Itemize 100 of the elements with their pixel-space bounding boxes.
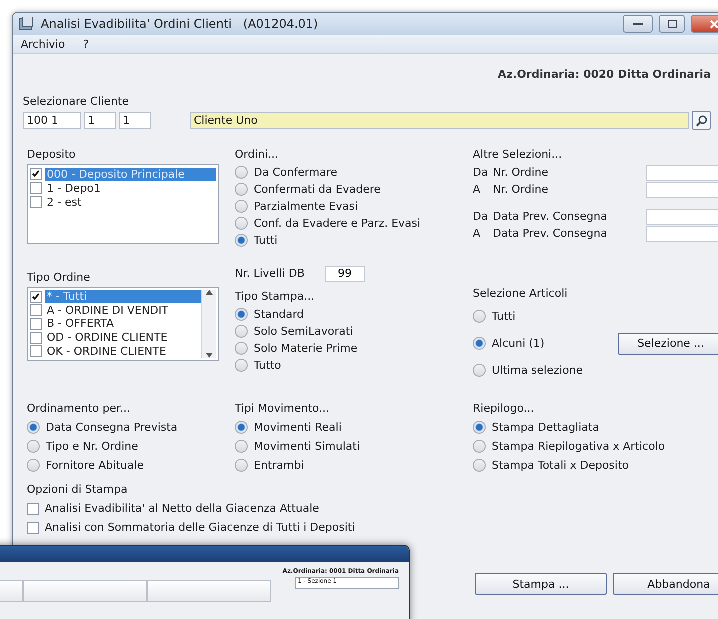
radio-label: Alcuni (1) [492,337,546,350]
radio-label: Da Confermare [254,166,338,179]
checkbox[interactable] [30,332,42,344]
radio-button[interactable] [235,166,248,179]
radio-label: Fornitore Abituale [46,459,144,472]
minimize-button[interactable] [623,15,653,33]
code-field[interactable]: 100 1 [23,112,81,129]
group-label: Deposito [27,148,77,161]
checkbox[interactable] [30,345,42,358]
radio-button[interactable] [473,459,486,472]
checkbox[interactable] [30,318,42,330]
menu-item[interactable]: ? [83,38,90,50]
radio-label: Stampa Riepilogativa x Articolo [492,440,666,453]
checkbox[interactable] [27,522,39,534]
radio-button[interactable] [473,440,486,453]
checkbox[interactable] [30,168,42,180]
group-label: Tipo Stampa... [235,290,316,303]
radio-label: Movimenti Simulati [254,440,360,453]
field-prefix: A [473,183,482,196]
list-item[interactable]: A - ORDINE DI VENDIT [45,304,201,317]
minimize-icon [633,22,643,26]
radio-button[interactable] [235,359,248,372]
menu-item[interactable]: Archivio [21,38,66,50]
list-item[interactable]: 1 - Depo1 [45,182,216,194]
field-label: Data Prev. Consegna [493,227,608,240]
radio-label: Tutto [254,359,282,372]
radio-button[interactable] [473,421,486,434]
checkbox-label: Analisi con Sommatoria delle Giacenze di Tutti i Depositi [45,521,356,534]
group-label: Tipo Ordine [27,271,92,284]
radio-button[interactable] [27,459,40,472]
radio-label: Ultima selezione [492,364,584,377]
group-label: Tipi Movimento... [235,402,331,415]
checkmark-icon [32,170,40,178]
radio-button[interactable] [235,325,248,338]
scrollbar[interactable] [201,290,216,358]
radio-label: Tutti [492,310,516,323]
action-button[interactable]: Stampa ... [475,573,607,595]
search-icon [696,114,708,126]
radio-button[interactable] [235,200,248,213]
radio-button[interactable] [235,308,248,321]
input-field[interactable] [646,182,718,198]
radio-label: Movimenti Reali [254,421,342,434]
maximize-button[interactable] [659,15,685,33]
radio-button[interactable] [235,459,248,472]
list-item[interactable]: 2 - est [45,196,216,208]
checkbox[interactable] [30,182,42,194]
arrow-up-icon [206,290,212,295]
group-label: Opzioni di Stampa [27,483,129,496]
customer-name-field[interactable]: Cliente Uno [190,112,689,129]
radio-label: Confermati da Evadere [254,183,381,196]
field-prefix: Da [473,166,490,179]
radio-button[interactable] [473,310,486,323]
radio-label: Parzialmente Evasi [254,200,358,213]
radio-button[interactable] [473,337,486,350]
group-label: Riepilogo... [473,402,536,415]
arrow-down-icon [206,353,212,358]
input-field[interactable]: 99 [325,266,365,282]
list-item[interactable]: OK - ORDINE CLIENTE [45,344,201,358]
radio-label: Entrambi [254,459,304,472]
radio-button[interactable] [235,342,248,355]
group-label: Ordinamento per... [27,402,132,415]
checkbox[interactable] [30,304,42,316]
input-field[interactable] [646,208,718,224]
maximize-icon [668,20,676,28]
checkmark-icon [32,292,40,301]
radio-label: Data Consegna Prevista [46,421,178,434]
selection-button[interactable]: Selezione ... [618,332,718,354]
code-field[interactable]: 1 [84,112,116,129]
field-label: Nr. Ordine [493,183,550,196]
radio-label: Solo SemiLavorati [254,325,354,338]
radio-button[interactable] [235,217,248,230]
checkbox[interactable] [30,196,42,208]
list-item[interactable]: OD - ORDINE CLIENTE [45,331,201,344]
search-button[interactable] [692,111,711,130]
field-label: Data Prev. Consegna [493,210,608,223]
code-field[interactable]: 1 [119,112,151,129]
company-label: Az.Ordinaria: 0020 Ditta Ordinaria [496,68,711,81]
checkbox-label: Analisi Evadibilita' al Netto della Giacenza Attuale [45,502,320,515]
group-label: Altre Selezioni... [473,148,564,161]
action-button[interactable]: Abbandona [613,573,718,595]
checkbox[interactable] [30,290,42,303]
radio-button[interactable] [235,421,248,434]
input-field[interactable] [646,164,718,180]
radio-label: Conf. da Evadere e Parz. Evasi [254,217,421,230]
radio-button[interactable] [235,183,248,196]
field-label: Nr. Ordine [493,166,550,179]
checkbox[interactable] [27,502,39,514]
input-field[interactable] [646,226,718,242]
radio-label: Tipo e Nr. Ordine [46,440,138,453]
field-label: Selezionare Cliente [23,95,130,108]
radio-button[interactable] [235,440,248,453]
radio-button[interactable] [27,440,40,453]
radio-button[interactable] [27,421,40,434]
radio-button[interactable] [235,234,248,247]
close-icon [710,20,718,28]
radio-label: Solo Materie Prime [254,342,358,355]
radio-button[interactable] [473,364,486,377]
app-icon [19,17,35,31]
list-item[interactable]: B - OFFERTA [45,317,201,330]
radio-label: Stampa Dettagliata [492,421,600,434]
